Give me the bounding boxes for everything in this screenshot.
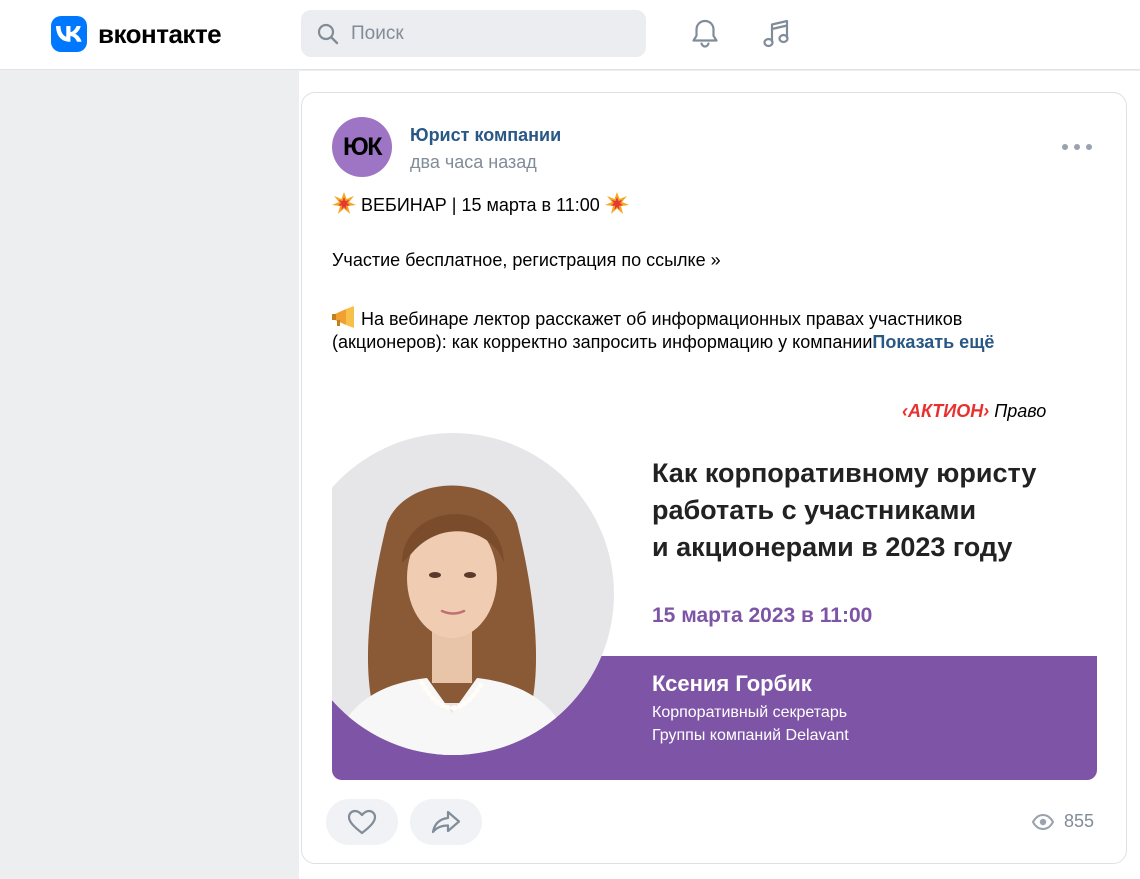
search-icon bbox=[317, 23, 339, 44]
views-count: 855 bbox=[1064, 811, 1095, 831]
post-registration-line: Участие бесплатное, регистрация по ссылк… bbox=[332, 250, 721, 270]
music-button[interactable] bbox=[756, 14, 796, 54]
feed-post: ЮК Юрист компании два часа назад ВЕБИНАР… bbox=[301, 92, 1127, 864]
notifications-button[interactable] bbox=[685, 14, 725, 54]
share-icon bbox=[431, 810, 461, 834]
megaphone-icon bbox=[332, 306, 354, 328]
heart-icon bbox=[347, 809, 377, 835]
vk-logo-text: вконтакте bbox=[98, 18, 222, 49]
banner-title: Как корпоративному юристу работать с уча… bbox=[652, 458, 1037, 562]
collision-icon bbox=[332, 192, 356, 214]
author-avatar[interactable]: ЮК bbox=[332, 117, 392, 177]
post-time[interactable]: два часа назад bbox=[410, 152, 537, 173]
music-note-icon bbox=[763, 19, 789, 48]
like-button[interactable] bbox=[326, 799, 398, 845]
bell-icon bbox=[692, 19, 718, 48]
top-header: вконтакте bbox=[0, 0, 1140, 70]
author-name[interactable]: Юрист компании bbox=[410, 125, 561, 146]
collision-icon bbox=[604, 192, 629, 214]
post-headline: ВЕБИНАР | 15 марта в 11:00 bbox=[332, 192, 1092, 217]
speaker-role: Корпоративный секретарь Группы компаний … bbox=[652, 704, 849, 744]
vk-logo[interactable]: вконтакте bbox=[51, 16, 222, 52]
banner-date: 15 марта 2023 в 11:00 bbox=[652, 604, 873, 627]
post-image[interactable]: ‹АКТИОН› Право Как корпоративному юристу… bbox=[332, 387, 1097, 780]
more-button[interactable] bbox=[1062, 137, 1092, 157]
views-counter: 855 bbox=[1032, 811, 1094, 832]
show-more-link[interactable]: Показать ещё bbox=[872, 332, 994, 352]
aktion-brand-logo: ‹АКТИОН› Право bbox=[902, 401, 1047, 421]
eye-icon bbox=[1032, 813, 1054, 830]
more-icon bbox=[1062, 144, 1068, 150]
search-box[interactable] bbox=[301, 10, 646, 57]
post-description: На вебинаре лектор расскажет об информац… bbox=[332, 306, 1092, 354]
speaker-name: Ксения Горбик bbox=[652, 671, 812, 696]
search-input[interactable] bbox=[351, 22, 631, 45]
share-button[interactable] bbox=[410, 799, 482, 845]
vk-logo-icon bbox=[51, 16, 87, 52]
